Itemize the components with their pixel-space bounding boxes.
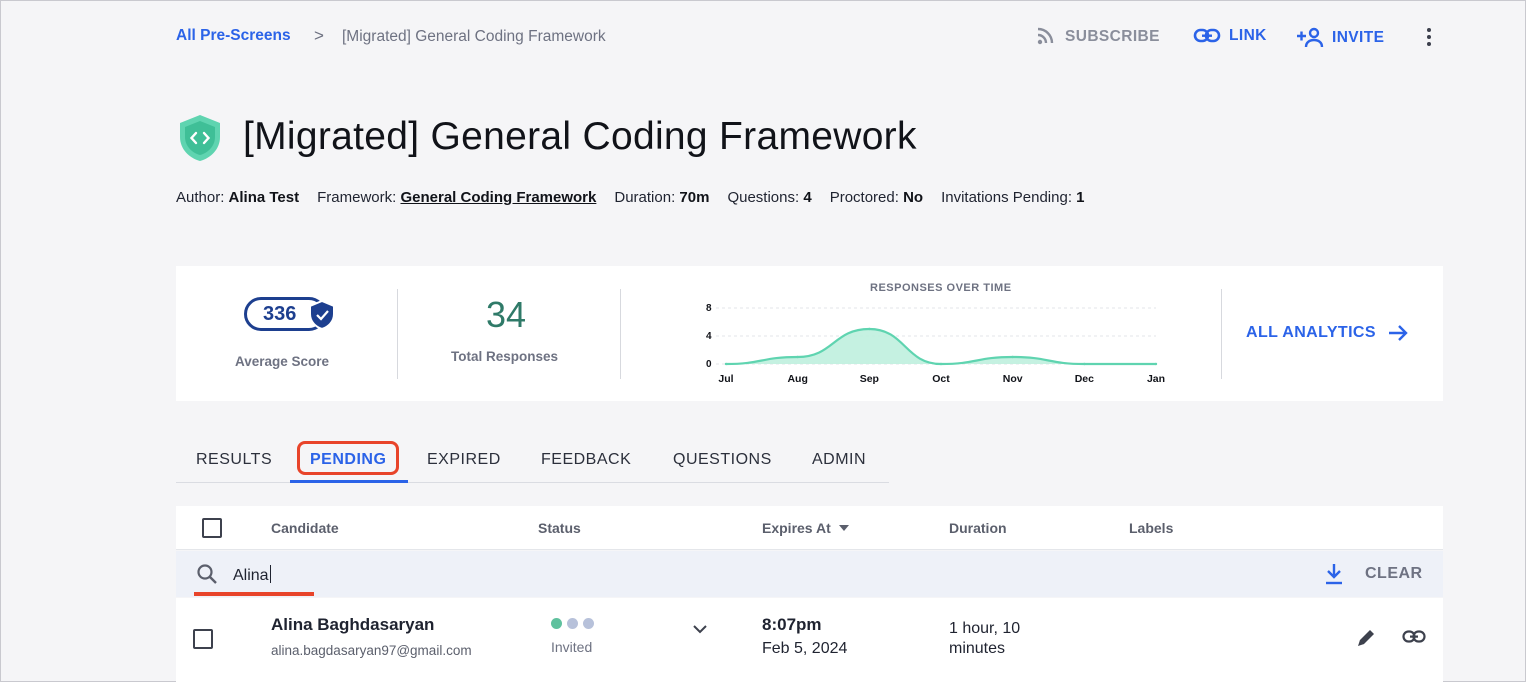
- column-status[interactable]: Status: [538, 520, 581, 536]
- chart-point-jan: [1154, 362, 1158, 366]
- tab-expired[interactable]: EXPIRED: [427, 451, 501, 469]
- y-tick-label: 4: [706, 331, 712, 342]
- y-tick-label: 0: [706, 359, 712, 370]
- column-duration[interactable]: Duration: [949, 520, 1007, 536]
- tab-bar: RESULTS PENDING EXPIRED FEEDBACK QUESTIO…: [176, 441, 889, 483]
- x-tick-label: Jul: [718, 373, 733, 385]
- search-input[interactable]: Alina: [233, 565, 271, 585]
- stats-card: 336 Average Score 34 Total Responses RES…: [176, 266, 1443, 401]
- x-tick-label: Oct: [932, 373, 950, 385]
- search-highlight-underline: [194, 592, 314, 596]
- tab-admin[interactable]: ADMIN: [812, 451, 866, 469]
- subscribe-label: SUBSCRIBE: [1065, 28, 1160, 45]
- x-tick-label: Nov: [1003, 373, 1023, 385]
- expires-time: 8:07pm: [762, 615, 822, 634]
- prescreen-meta: Author: Alina Test Framework: General Co…: [176, 189, 1085, 206]
- duration-meta: Duration: 70m: [614, 189, 710, 206]
- search-row: Alina CLEAR: [176, 551, 1443, 597]
- all-analytics-link[interactable]: ALL ANALYTICS: [1246, 324, 1408, 342]
- x-tick-label: Jan: [1147, 373, 1165, 385]
- responses-chart: 0 4 8 Jul Aug Sep Oct Nov Dec Jan: [706, 303, 1165, 385]
- average-score-label: Average Score: [235, 354, 330, 369]
- breadcrumb-current: [Migrated] General Coding Framework: [342, 28, 606, 45]
- download-icon[interactable]: [1325, 563, 1343, 585]
- code-shield-icon: [175, 113, 225, 163]
- x-tick-label: Aug: [787, 373, 807, 385]
- sort-down-icon: [838, 525, 849, 531]
- search-icon: [197, 564, 217, 584]
- chart-point-aug: [796, 355, 799, 359]
- verified-shield-icon: [309, 300, 335, 330]
- table-row[interactable]: Alina Baghdasaryan alina.bagdasaryan97@g…: [176, 598, 1443, 682]
- column-candidate[interactable]: Candidate: [271, 520, 339, 536]
- arrow-right-icon: [1388, 325, 1408, 341]
- candidate-name[interactable]: Alina Baghdasaryan: [271, 615, 434, 635]
- candidate-email: alina.bagdasaryan97@gmail.com: [271, 643, 472, 658]
- chart-point-oct: [939, 362, 943, 366]
- select-all-checkbox[interactable]: [202, 518, 222, 538]
- add-person-icon: [1297, 27, 1324, 48]
- invite-button[interactable]: INVITE: [1296, 27, 1384, 49]
- chart-point-dec: [1083, 362, 1086, 366]
- tab-results[interactable]: RESULTS: [196, 451, 272, 469]
- chevron-down-icon[interactable]: [693, 624, 707, 634]
- breadcrumb-root-link[interactable]: All Pre-Screens: [176, 27, 291, 45]
- tab-pending[interactable]: PENDING: [310, 451, 386, 469]
- y-tick-label: 8: [706, 303, 712, 314]
- link-button[interactable]: LINK: [1193, 27, 1267, 45]
- breadcrumb-separator: >: [314, 26, 324, 45]
- x-tick-label: Dec: [1075, 373, 1094, 385]
- questions-meta: Questions: 4: [727, 189, 812, 206]
- pencil-icon[interactable]: [1356, 628, 1376, 648]
- status-progress-dots: [551, 618, 594, 629]
- row-checkbox[interactable]: [193, 629, 213, 649]
- tab-feedback[interactable]: FEEDBACK: [541, 451, 631, 469]
- all-analytics-label: ALL ANALYTICS: [1246, 324, 1376, 341]
- pending-meta: Invitations Pending: 1: [941, 189, 1085, 206]
- chart-area-fill: [726, 329, 1156, 364]
- rss-icon: [1037, 27, 1054, 45]
- invite-label: INVITE: [1332, 29, 1385, 46]
- chart-point-sep: [868, 327, 871, 331]
- link-icon[interactable]: [1402, 629, 1426, 645]
- tab-questions[interactable]: QUESTIONS: [673, 451, 772, 469]
- author-meta: Author: Alina Test: [176, 189, 300, 206]
- column-expires-at[interactable]: Expires At: [762, 520, 849, 536]
- total-responses-value: 34: [486, 294, 527, 335]
- page-title: [Migrated] General Coding Framework: [243, 115, 917, 158]
- candidates-table: Candidate Status Expires At Duration Lab…: [176, 506, 1443, 682]
- table-header: Candidate Status Expires At Duration Lab…: [176, 506, 1443, 550]
- link-icon: [1193, 28, 1221, 43]
- subscribe-button[interactable]: SUBSCRIBE: [1035, 27, 1160, 47]
- status-text: Invited: [551, 639, 593, 655]
- link-label: LINK: [1229, 27, 1267, 44]
- total-responses-label: Total Responses: [451, 349, 559, 364]
- more-options-icon[interactable]: [1421, 25, 1437, 49]
- chart-point-jul: [724, 362, 728, 366]
- framework-link[interactable]: General Coding Framework: [400, 189, 596, 206]
- chart-title: RESPONSES OVER TIME: [870, 282, 1012, 294]
- column-expires-at-label: Expires At: [762, 520, 831, 536]
- column-labels[interactable]: Labels: [1129, 520, 1173, 536]
- chart-point-nov: [1011, 355, 1014, 359]
- proctored-meta: Proctored: No: [829, 189, 924, 206]
- active-tab-indicator: [290, 480, 408, 483]
- duration-value: 1 hour, 10 minutes: [949, 620, 1021, 657]
- clear-button[interactable]: CLEAR: [1365, 565, 1423, 583]
- framework-meta: Framework: General Coding Framework: [317, 189, 597, 206]
- x-tick-label: Sep: [860, 373, 879, 385]
- expires-date: Feb 5, 2024: [762, 640, 848, 657]
